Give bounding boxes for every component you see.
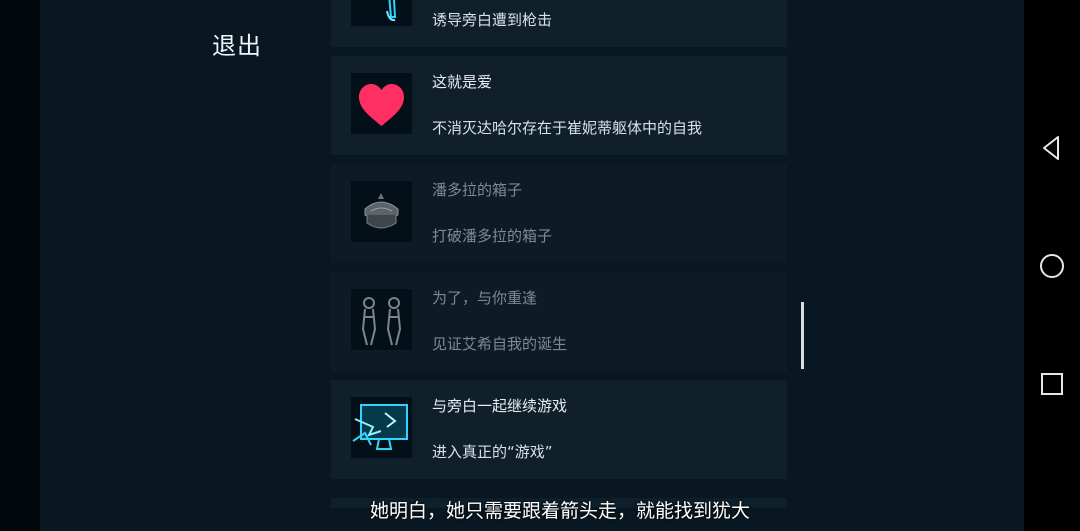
achievement-description: 诱导旁白遭到枪击 bbox=[432, 11, 553, 29]
achievement-title: 这就是爱 bbox=[432, 73, 493, 91]
achievement-description: 打破潘多拉的箱子 bbox=[432, 227, 553, 245]
achievement-description: 见证艾希自我的诞生 bbox=[432, 335, 568, 353]
box-icon bbox=[351, 181, 412, 242]
achievement-description: 进入真正的“游戏” bbox=[432, 443, 553, 461]
achievement-card-locked[interactable]: 为了，与你重逢 见证艾希自我的诞生 bbox=[331, 272, 787, 371]
achievement-title: 为了，与你重逢 bbox=[432, 289, 538, 307]
achievement-title: 潘多拉的箱子 bbox=[432, 181, 523, 199]
achievement-description: 不消灭达哈尔存在于崔妮蒂躯体中的自我 bbox=[432, 119, 703, 137]
figure-icon bbox=[351, 0, 412, 26]
twin-figures-icon bbox=[351, 289, 412, 350]
system-navigation-bar bbox=[1024, 0, 1080, 531]
screen: 退出 诱导旁白遭到枪击 这就是爱 不消灭达哈尔存在于崔妮蒂躯体中的自我 潘多拉的… bbox=[0, 0, 1080, 531]
achievement-card[interactable]: 与旁白一起继续游戏 进入真正的“游戏” bbox=[331, 380, 787, 479]
achievement-card[interactable]: 这就是爱 不消灭达哈尔存在于崔妮蒂躯体中的自我 bbox=[331, 56, 787, 155]
home-icon[interactable] bbox=[1038, 252, 1066, 280]
back-icon[interactable] bbox=[1038, 134, 1066, 162]
heart-icon bbox=[351, 73, 412, 134]
recents-icon[interactable] bbox=[1038, 370, 1066, 398]
achievement-card[interactable]: 诱导旁白遭到枪击 bbox=[331, 0, 787, 47]
monitor-icon bbox=[351, 397, 412, 458]
scrollbar[interactable] bbox=[801, 302, 804, 369]
exit-button[interactable]: 退出 bbox=[212, 26, 262, 61]
achievement-list[interactable]: 诱导旁白遭到枪击 这就是爱 不消灭达哈尔存在于崔妮蒂躯体中的自我 潘多拉的箱子 … bbox=[331, 0, 787, 488]
achievement-title: 与旁白一起继续游戏 bbox=[432, 397, 568, 415]
dialogue-subtitle: 她明白，她只需要跟着箭头走，就能找到犹大 bbox=[369, 500, 750, 522]
achievement-card-locked[interactable]: 潘多拉的箱子 打破潘多拉的箱子 bbox=[331, 164, 787, 263]
